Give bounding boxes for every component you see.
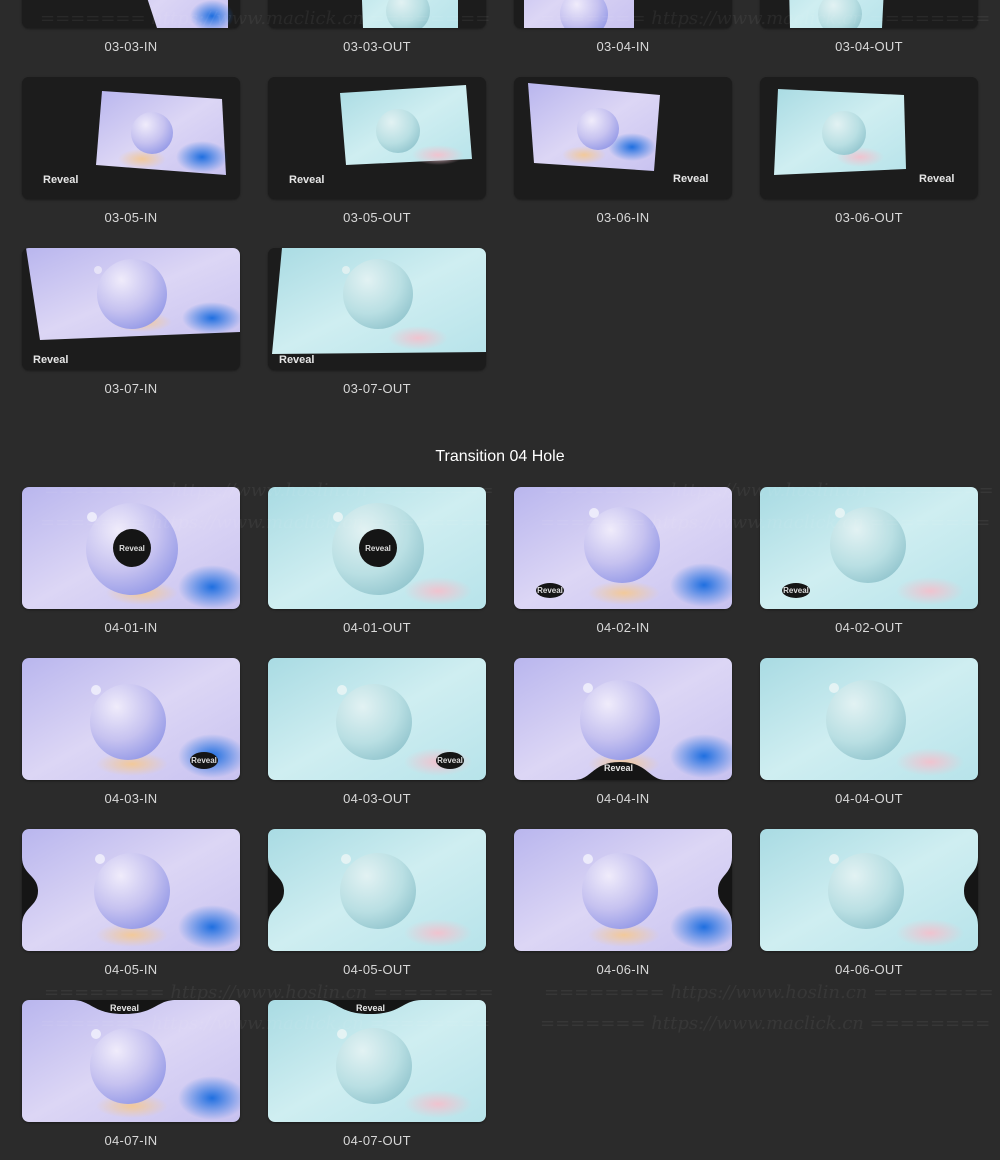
thumbnail-03-07-out[interactable]: Reveal <box>268 248 486 370</box>
hole-opening: Reveal <box>436 752 464 769</box>
tile-label: 03-03-OUT <box>343 39 411 54</box>
thumbnail-04-01-out[interactable]: Reveal <box>268 487 486 609</box>
thumbnail-03-04-out[interactable] <box>760 0 978 28</box>
tile-label: 04-02-IN <box>596 620 650 635</box>
thumbnail-04-03-out[interactable]: Reveal <box>268 658 486 780</box>
reveal-text: Reveal <box>365 543 391 553</box>
tile-label: 03-06-IN <box>596 210 650 225</box>
watermark-text: ======== https://www.hoslin.cn ======== <box>544 982 994 1003</box>
tile-label: 03-06-OUT <box>835 210 903 225</box>
tile-label: 04-06-OUT <box>835 962 903 977</box>
tile-label: 04-02-OUT <box>835 620 903 635</box>
thumbnail-03-06-in[interactable]: Reveal <box>514 77 732 199</box>
thumbnail-04-05-out[interactable] <box>268 829 486 951</box>
transition-03-section: 03-03-IN 03-03-OUT 03-04-IN 03-04-OUT Re… <box>0 0 1000 420</box>
reveal-text: Reveal <box>110 1003 140 1013</box>
tile-label: 04-06-IN <box>596 962 650 977</box>
hole-opening: Reveal <box>113 529 151 567</box>
hole-opening: Reveal <box>359 529 397 567</box>
thumbnail-03-07-in[interactable]: Reveal <box>22 248 240 370</box>
thumbnail-03-06-out[interactable]: Reveal <box>760 77 978 199</box>
thumbnail-04-04-out[interactable] <box>760 658 978 780</box>
hole-opening: Reveal <box>782 583 810 598</box>
reveal-text: Reveal <box>783 586 809 595</box>
thumbnail-04-02-out[interactable]: Reveal <box>760 487 978 609</box>
thumbnail-03-04-in[interactable] <box>514 0 732 28</box>
tile-label: 04-03-OUT <box>343 791 411 806</box>
thumbnail-04-07-in[interactable]: Reveal <box>22 1000 240 1122</box>
reveal-text: Reveal <box>279 354 315 366</box>
thumbnail-03-05-out[interactable]: Reveal <box>268 77 486 199</box>
tile-label: 03-04-IN <box>596 39 650 54</box>
section-title: Transition 04 Hole <box>435 448 565 465</box>
tile-label: 04-01-OUT <box>343 620 411 635</box>
reveal-text: Reveal <box>119 543 145 553</box>
thumbnail-04-01-in[interactable]: Reveal <box>22 487 240 609</box>
reveal-text: Reveal <box>289 174 325 186</box>
reveal-text: Reveal <box>437 756 463 765</box>
thumbnail-04-06-in[interactable] <box>514 829 732 951</box>
tile-label: 03-04-OUT <box>835 39 903 54</box>
tile-label: 04-01-IN <box>104 620 158 635</box>
reveal-text: Reveal <box>537 586 563 595</box>
thumbnail-04-02-in[interactable]: Reveal <box>514 487 732 609</box>
thumbnail-04-03-in[interactable]: Reveal <box>22 658 240 780</box>
reveal-text: Reveal <box>919 173 955 185</box>
tile-label: 03-07-OUT <box>343 381 411 396</box>
tile-label: 04-07-IN <box>104 1133 158 1148</box>
reveal-text: Reveal <box>191 756 217 765</box>
tile-label: 04-04-OUT <box>835 791 903 806</box>
tile-label: 04-03-IN <box>104 791 158 806</box>
thumbnail-03-03-in[interactable] <box>22 0 240 28</box>
tile-label: 03-03-IN <box>104 39 158 54</box>
thumbnail-03-05-in[interactable]: Reveal <box>22 77 240 199</box>
hole-opening: Reveal <box>190 752 218 769</box>
tile-label: 03-05-OUT <box>343 210 411 225</box>
hole-opening: Reveal <box>536 583 564 598</box>
thumbnail-04-04-in[interactable]: Reveal <box>514 658 732 780</box>
tile-label: 04-05-IN <box>104 962 158 977</box>
tile-label: 04-07-OUT <box>343 1133 411 1148</box>
reveal-text: Reveal <box>673 173 709 185</box>
thumbnail-04-06-out[interactable] <box>760 829 978 951</box>
tile-label: 03-05-IN <box>104 210 158 225</box>
thumbnail-04-07-out[interactable]: Reveal <box>268 1000 486 1122</box>
reveal-text: Reveal <box>43 174 79 186</box>
tile-label: 04-04-IN <box>596 791 650 806</box>
reveal-text: Reveal <box>604 763 634 773</box>
thumbnail-03-03-out[interactable] <box>268 0 486 28</box>
tile-label: 04-05-OUT <box>343 962 411 977</box>
thumbnail-04-05-in[interactable] <box>22 829 240 951</box>
reveal-text: Reveal <box>33 354 69 366</box>
reveal-text: Reveal <box>356 1003 386 1013</box>
watermark-text: ======= https://www.maclick.cn ======== <box>540 1013 991 1034</box>
tile-label: 03-07-IN <box>104 381 158 396</box>
